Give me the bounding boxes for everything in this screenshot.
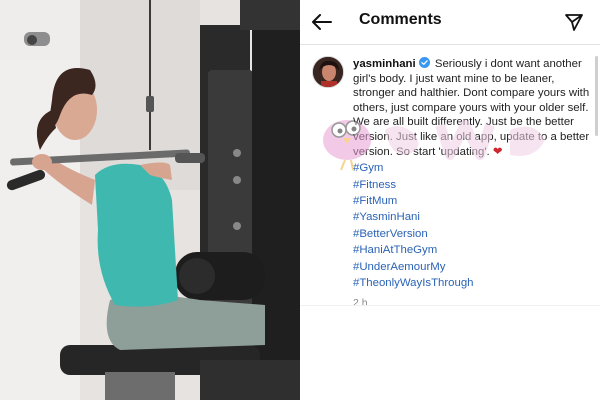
hashtag-link[interactable]: #Fitness (353, 177, 591, 193)
user-avatar-icon (313, 57, 343, 87)
comments-header: Comments (300, 0, 600, 44)
comment-username[interactable]: yasminhani (353, 58, 416, 70)
hashtag-list: #Gym #Fitness #FitMum #YasminHani #Bette… (353, 160, 591, 291)
hashtag-link[interactable]: #FitMum (353, 193, 591, 209)
avatar[interactable] (312, 56, 344, 88)
heart-emoji: ❤ (492, 145, 503, 158)
section-divider (300, 305, 600, 306)
comment-timestamp: 2 h (353, 297, 368, 310)
comment-body: yasminhani Seriously i dont want another… (353, 57, 591, 311)
security-camera-icon (24, 32, 50, 46)
paper-plane-icon (565, 14, 583, 31)
comments-panel: Comments yasminhani Seriously i dont wan… (300, 0, 600, 400)
arrow-left-icon (312, 14, 332, 30)
post-photo (0, 0, 300, 400)
hashtag-link[interactable]: #UnderAemourMy (353, 259, 591, 275)
verified-badge-icon (418, 57, 430, 68)
comment-text: Seriously i dont want another girl's bod… (353, 58, 590, 158)
hashtag-link[interactable]: #TheonlyWayIsThrough (353, 275, 591, 291)
back-button[interactable] (310, 10, 334, 34)
hashtag-link[interactable]: #BetterVersion (353, 226, 591, 242)
scrollbar[interactable] (595, 56, 598, 136)
hashtag-link[interactable]: #Gym (353, 160, 591, 176)
header-divider (300, 44, 600, 45)
gym-scene (0, 0, 300, 400)
page-title: Comments (359, 11, 442, 28)
hashtag-link[interactable]: #HaniAtTheGym (353, 242, 591, 258)
share-button[interactable] (562, 10, 586, 34)
hashtag-link[interactable]: #YasminHani (353, 209, 591, 225)
